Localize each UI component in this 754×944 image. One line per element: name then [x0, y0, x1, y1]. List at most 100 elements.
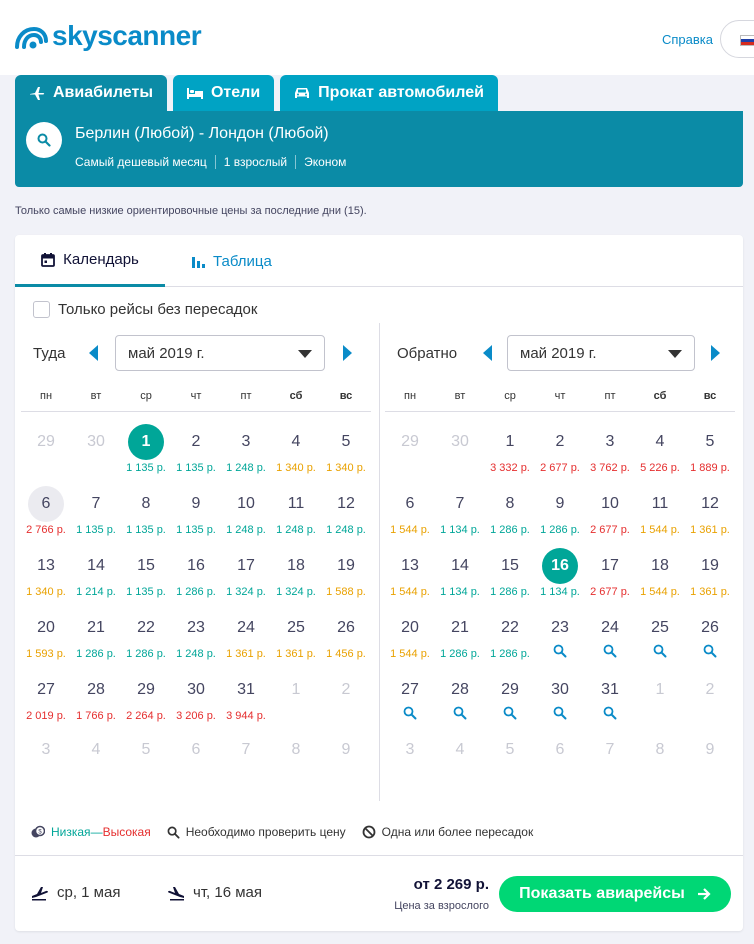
calendar-day[interactable]: 6 1 544 р.	[385, 474, 435, 536]
calendar-day[interactable]: 15 1 135 р.	[121, 536, 171, 598]
search-summary[interactable]: Берлин (Любой) - Лондон (Любой) Самый де…	[15, 111, 743, 187]
prev-month-arrow-icon[interactable]	[89, 345, 98, 361]
calendar-day[interactable]: 23	[535, 598, 585, 660]
direct-only-checkbox[interactable]	[33, 301, 50, 318]
calendar-day[interactable]: 10 1 248 р.	[221, 474, 271, 536]
calendar-day[interactable]: 21 1 286 р.	[435, 598, 485, 660]
calendar-day[interactable]: 27	[385, 660, 435, 720]
calendar-day[interactable]: 14 1 214 р.	[71, 536, 121, 598]
calendar-day[interactable]: 16 1 286 р.	[171, 536, 221, 598]
search-button[interactable]	[26, 122, 62, 158]
calendar-day[interactable]: 17 2 677 р.	[585, 536, 635, 598]
show-flights-button[interactable]: Показать авиарейсы	[499, 876, 731, 912]
calendar-day[interactable]: 12 1 361 р.	[685, 474, 735, 536]
calendar-day[interactable]: 16 1 134 р.	[535, 536, 585, 598]
calendar-day[interactable]: 11 1 248 р.	[271, 474, 321, 536]
day-price: 1 588 р.	[326, 586, 366, 598]
day-number: 27	[401, 681, 419, 698]
next-month-arrow-icon[interactable]	[343, 345, 352, 361]
calendar-day[interactable]: 9 1 135 р.	[171, 474, 221, 536]
calendar-day[interactable]: 13 1 340 р.	[21, 536, 71, 598]
calendar-day[interactable]: 24	[585, 598, 635, 660]
calendar-day[interactable]: 31	[585, 660, 635, 720]
calendar-day[interactable]: 20 1 544 р.	[385, 598, 435, 660]
calendar-week: 20 1 544 р. 21 1 286 р. 22 1 286 р. 23 24 25 26	[385, 598, 735, 660]
calendar-day[interactable]: 14 1 134 р.	[435, 536, 485, 598]
calendar-day[interactable]: 29	[485, 660, 535, 720]
calendar-day: 7	[221, 720, 271, 782]
calendar-day[interactable]: 25	[635, 598, 685, 660]
outbound-month-select[interactable]: май 2019 г.	[115, 335, 325, 371]
tab-table[interactable]: Таблица	[191, 235, 272, 287]
tab-flights[interactable]: Авиабилеты	[15, 75, 167, 111]
day-price: 1 361 р.	[690, 524, 730, 536]
russia-flag-icon	[740, 35, 754, 46]
day-number: 29	[401, 433, 419, 450]
calendar-day[interactable]: 7 1 135 р.	[71, 474, 121, 536]
calendar-day[interactable]: 27 2 019 р.	[21, 660, 71, 722]
tab-calendar[interactable]: Календарь	[15, 235, 165, 287]
inbound-month-select[interactable]: май 2019 г.	[507, 335, 695, 371]
calendar-day[interactable]: 18 1 544 р.	[635, 536, 685, 598]
calendar-day[interactable]: 3 1 248 р.	[221, 412, 271, 474]
calendar-day[interactable]: 2 2 677 р.	[535, 412, 585, 474]
calendar-day[interactable]: 11 1 544 р.	[635, 474, 685, 536]
calendar-day[interactable]: 3 3 762 р.	[585, 412, 635, 474]
calendar-day[interactable]: 19 1 588 р.	[321, 536, 371, 598]
calendar-day[interactable]: 5 1 889 р.	[685, 412, 735, 474]
calendar-day[interactable]: 18 1 324 р.	[271, 536, 321, 598]
calendar-day[interactable]: 25 1 361 р.	[271, 598, 321, 660]
calendar-day[interactable]: 28 1 766 р.	[71, 660, 121, 722]
calendar-day[interactable]: 6 2 766 р.	[21, 474, 71, 536]
calendar-day[interactable]: 12 1 248 р.	[321, 474, 371, 536]
tab-label: Отели	[210, 84, 261, 101]
help-link[interactable]: Справка	[662, 32, 713, 47]
calendar-day[interactable]: 17 1 324 р.	[221, 536, 271, 598]
calendar-day[interactable]: 30	[535, 660, 585, 720]
calendar-day[interactable]: 28	[435, 660, 485, 720]
outbound-month-header: Туда май 2019 г.	[33, 335, 363, 371]
weekday-label: вс	[339, 390, 353, 402]
calendar-day[interactable]: 31 3 944 р.	[221, 660, 271, 722]
direct-only-filter[interactable]: Только рейсы без пересадок	[33, 301, 257, 318]
calendar-day[interactable]: 30 3 206 р.	[171, 660, 221, 722]
calendar-day[interactable]: 23 1 248 р.	[171, 598, 221, 660]
calendar-day[interactable]: 4 1 340 р.	[271, 412, 321, 474]
calendar-day[interactable]: 1 3 332 р.	[485, 412, 535, 474]
calendar-day[interactable]: 8 1 135 р.	[121, 474, 171, 536]
plane-arrival-icon	[167, 885, 185, 901]
calendar-day[interactable]: 2 1 135 р.	[171, 412, 221, 474]
weekday-label: вт	[454, 390, 466, 402]
calendar-day[interactable]: 1 1 135 р.	[121, 412, 171, 474]
calendar-day[interactable]: 20 1 593 р.	[21, 598, 71, 660]
calendar-day[interactable]: 9 1 286 р.	[535, 474, 585, 536]
skyscanner-logo[interactable]: skyscanner	[14, 20, 202, 52]
calendar-day[interactable]: 24 1 361 р.	[221, 598, 271, 660]
day-price: 1 286 р.	[490, 648, 530, 660]
day-number: 4	[291, 433, 301, 450]
tab-hotels[interactable]: Отели	[172, 75, 275, 111]
calendar-day[interactable]: 21 1 286 р.	[71, 598, 121, 660]
calendar-day[interactable]: 26	[685, 598, 735, 660]
calendar-day[interactable]: 4 5 226 р.	[635, 412, 685, 474]
next-month-arrow-icon[interactable]	[711, 345, 720, 361]
calendar-day[interactable]: 29 2 264 р.	[121, 660, 171, 722]
calendar-day[interactable]: 13 1 544 р.	[385, 536, 435, 598]
return-date-text: чт, 16 мая	[193, 884, 262, 901]
day-price: 1 361 р.	[226, 648, 266, 660]
calendar-day[interactable]: 26 1 456 р.	[321, 598, 371, 660]
calendar-day[interactable]: 8 1 286 р.	[485, 474, 535, 536]
calendar-day[interactable]: 7 1 134 р.	[435, 474, 485, 536]
calendar-day[interactable]: 22 1 286 р.	[485, 598, 535, 660]
calendar-day[interactable]: 5 1 340 р.	[321, 412, 371, 474]
language-selector[interactable]	[720, 20, 754, 58]
calendar-day[interactable]: 22 1 286 р.	[121, 598, 171, 660]
outbound-month-value: май 2019 г.	[128, 344, 205, 362]
calendar-day[interactable]: 19 1 361 р.	[685, 536, 735, 598]
summary-footer: ср, 1 мая чт, 16 мая от 2 269 р. Цена за…	[15, 855, 743, 931]
prev-month-arrow-icon[interactable]	[483, 345, 492, 361]
calendar-day[interactable]: 10 2 677 р.	[585, 474, 635, 536]
legend-dash: —	[90, 825, 103, 839]
calendar-day[interactable]: 15 1 286 р.	[485, 536, 535, 598]
tab-car-hire[interactable]: Прокат автомобилей	[280, 75, 498, 111]
